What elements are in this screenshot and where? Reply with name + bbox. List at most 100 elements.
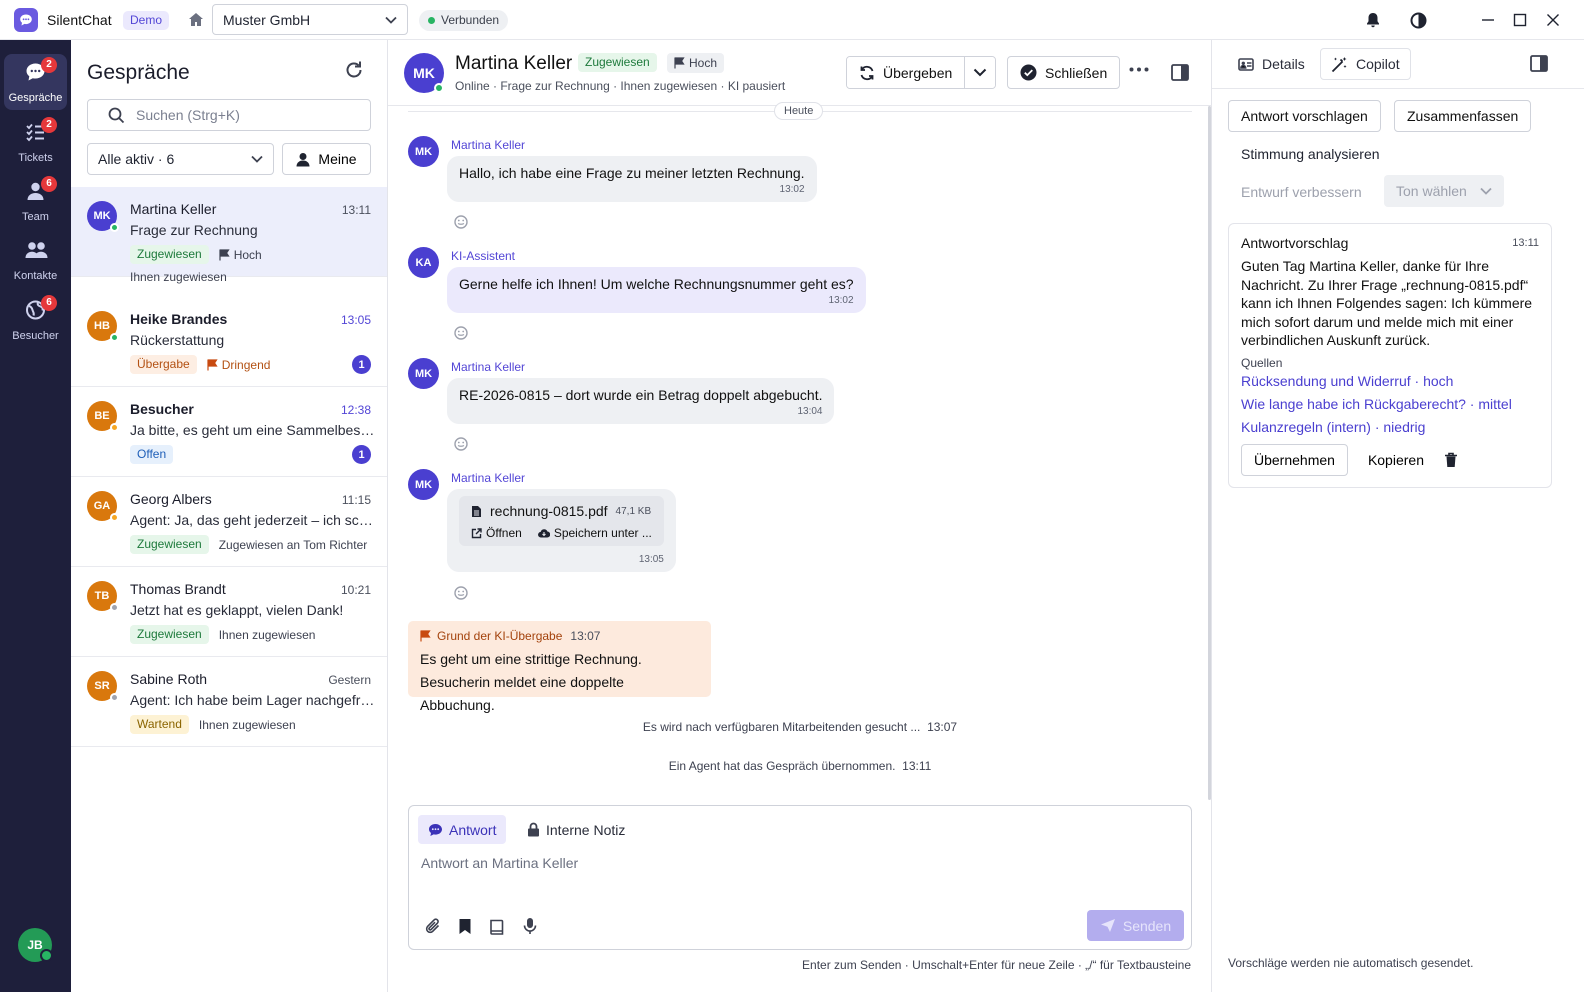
add-reaction-icon[interactable] — [454, 215, 468, 229]
copilot-panel: Details Copilot Antwort vorschlagen Zusa… — [1212, 40, 1584, 992]
theme-toggle-icon[interactable] — [1408, 10, 1428, 30]
trash-icon[interactable] — [1444, 452, 1458, 468]
nav-item-contacts[interactable]: Kontakte — [4, 232, 67, 288]
chevron-down-icon — [251, 155, 263, 163]
avatar: MK — [87, 201, 119, 232]
add-reaction-icon[interactable] — [454, 437, 468, 451]
close-conversation-button[interactable]: Schließen — [1007, 56, 1121, 89]
open-file-link[interactable]: Öffnen — [471, 526, 522, 540]
tone-select[interactable]: Ton wählen — [1384, 175, 1504, 207]
reply-suggestion-card: Antwortvorschlag 13:11 Guten Tag Martina… — [1228, 223, 1552, 488]
handover-dropdown-button[interactable] — [964, 57, 996, 88]
conversation-list-panel: Gespräche Suchen (Strg+K) Alle aktiv · 6… — [71, 40, 388, 992]
source-link[interactable]: Kulanzregeln (intern) · niedrig — [1241, 416, 1539, 439]
conversation-time: 13:05 — [340, 313, 371, 327]
contact-name: Martina Keller — [455, 53, 573, 74]
nav-rail: 2 Gespräche 2 Tickets 6 Team Kontakte 6 … — [0, 40, 71, 992]
status-badge: Offen — [130, 445, 174, 464]
nav-item-team[interactable]: 6 Team — [4, 173, 67, 229]
save-file-link[interactable]: Speichern unter ... — [537, 526, 652, 540]
tab-copilot[interactable]: Copilot — [1320, 48, 1411, 80]
conversation-time: Gestern — [328, 673, 371, 687]
company-select[interactable]: Muster GmbH — [212, 4, 408, 35]
reply-textarea[interactable]: Antwort an Martina Keller — [421, 855, 578, 871]
nav-item-conversations[interactable]: 2 Gespräche — [4, 54, 67, 110]
analyze-sentiment-button[interactable]: Stimmung analysieren — [1241, 146, 1380, 162]
suggest-reply-button[interactable]: Antwort vorschlagen — [1228, 100, 1381, 132]
conversation-preview: Rückerstattung — [130, 332, 225, 348]
company-select-value: Muster GmbH — [223, 11, 311, 28]
user-avatar[interactable]: JB — [18, 928, 53, 962]
tab-reply[interactable]: Antwort — [418, 815, 507, 844]
conversation-name: Thomas Brandt — [130, 581, 226, 597]
conversation-name: Besucher — [130, 401, 194, 417]
priority-flag: Hoch — [219, 248, 262, 262]
tab-internal-note[interactable]: Interne Notiz — [517, 815, 635, 844]
chat-panel: MK Martina Keller Zugewiesen Hoch Online… — [388, 40, 1212, 992]
conversation-item[interactable]: HB Heike Brandes 13:05 Rückerstattung Üb… — [71, 297, 387, 387]
chevron-down-icon — [1480, 187, 1492, 195]
minimize-icon[interactable] — [1478, 10, 1498, 30]
home-icon[interactable] — [188, 12, 204, 27]
message-sender: Martina Keller — [451, 471, 526, 485]
more-options-icon[interactable] — [1129, 67, 1149, 72]
app-logo — [14, 8, 38, 32]
filter-select[interactable]: Alle aktiv · 6 — [87, 143, 274, 175]
lock-icon — [528, 822, 539, 837]
tab-details[interactable]: Details — [1228, 48, 1315, 80]
message-bubble: Hallo, ich habe eine Frage zu meiner let… — [447, 156, 817, 202]
avatar: SR — [87, 671, 119, 702]
search-input[interactable]: Suchen (Strg+K) — [87, 99, 371, 131]
conversation-item[interactable]: MK Martina Keller 13:11 Frage zur Rechnu… — [71, 187, 387, 284]
id-card-icon — [1238, 57, 1254, 71]
avatar: MK — [408, 358, 439, 389]
sidebar-toggle-icon[interactable] — [1171, 64, 1189, 81]
nav-item-visitors[interactable]: 6 Besucher — [4, 292, 67, 348]
suggestion-title: Antwortvorschlag — [1241, 235, 1349, 251]
add-reaction-icon[interactable] — [454, 586, 468, 600]
handover-button[interactable]: Übergeben — [847, 57, 965, 88]
bell-icon[interactable] — [1363, 10, 1383, 30]
scrollbar[interactable] — [1208, 106, 1211, 800]
conversation-item[interactable]: SR Sabine Roth Gestern Agent: Ich habe b… — [71, 657, 387, 747]
list-title: Gespräche — [87, 61, 190, 84]
sidebar-toggle-icon[interactable] — [1530, 55, 1548, 72]
source-link[interactable]: Rücksendung und Widerruf · hoch — [1241, 370, 1539, 393]
flag-icon — [674, 57, 685, 69]
book-icon[interactable] — [489, 918, 506, 935]
send-button[interactable]: Senden — [1087, 910, 1184, 941]
refresh-icon[interactable] — [344, 60, 364, 80]
flag-icon — [207, 358, 218, 370]
summarize-button[interactable]: Zusammenfassen — [1394, 100, 1532, 132]
nav-item-tickets[interactable]: 2 Tickets — [4, 114, 67, 170]
search-placeholder: Suchen (Strg+K) — [136, 107, 240, 123]
suggestion-text: Guten Tag Martina Keller, danke für Ihre… — [1241, 258, 1533, 348]
nav-label: Gespräche — [8, 92, 63, 104]
presence-dot — [110, 223, 119, 232]
file-attachment[interactable]: rechnung-0815.pdf 47,1 KB Öffnen Speiche… — [459, 496, 664, 546]
conversation-name: Martina Keller — [130, 201, 217, 217]
contacts-icon — [25, 240, 48, 260]
message-time: 13:02 — [779, 184, 805, 195]
mine-filter-button[interactable]: Meine — [282, 143, 371, 175]
conversation-time: 12:38 — [340, 403, 371, 417]
copy-suggestion-button[interactable]: Kopieren — [1356, 452, 1436, 468]
bookmark-icon[interactable] — [458, 918, 472, 935]
add-reaction-icon[interactable] — [454, 326, 468, 340]
message-bubble: RE-2026-0815 – dort wurde ein Betrag dop… — [447, 378, 835, 424]
improve-draft-button[interactable]: Entwurf verbessern — [1241, 184, 1362, 200]
conversation-time: 11:15 — [341, 493, 371, 507]
conversation-item[interactable]: GA Georg Albers 11:15 Agent: Ja, das geh… — [71, 477, 387, 567]
apply-suggestion-button[interactable]: Übernehmen — [1241, 443, 1348, 476]
avatar: KA — [408, 247, 439, 278]
conversation-item[interactable]: BE Besucher 12:38 Ja bitte, es geht um e… — [71, 387, 387, 477]
file-name: rechnung-0815.pdf — [490, 503, 608, 519]
source-link[interactable]: Wie lange habe ich Rückgaberecht? · mitt… — [1241, 393, 1539, 416]
presence-dot — [434, 83, 444, 93]
microphone-icon[interactable] — [523, 917, 537, 935]
handover-title: Grund der KI-Übergabe — [437, 629, 563, 643]
conversation-item[interactable]: TB Thomas Brandt 10:21 Jetzt hat es gekl… — [71, 567, 387, 657]
maximize-icon[interactable] — [1510, 10, 1530, 30]
close-window-icon[interactable] — [1543, 10, 1563, 30]
paperclip-icon[interactable] — [425, 917, 441, 935]
